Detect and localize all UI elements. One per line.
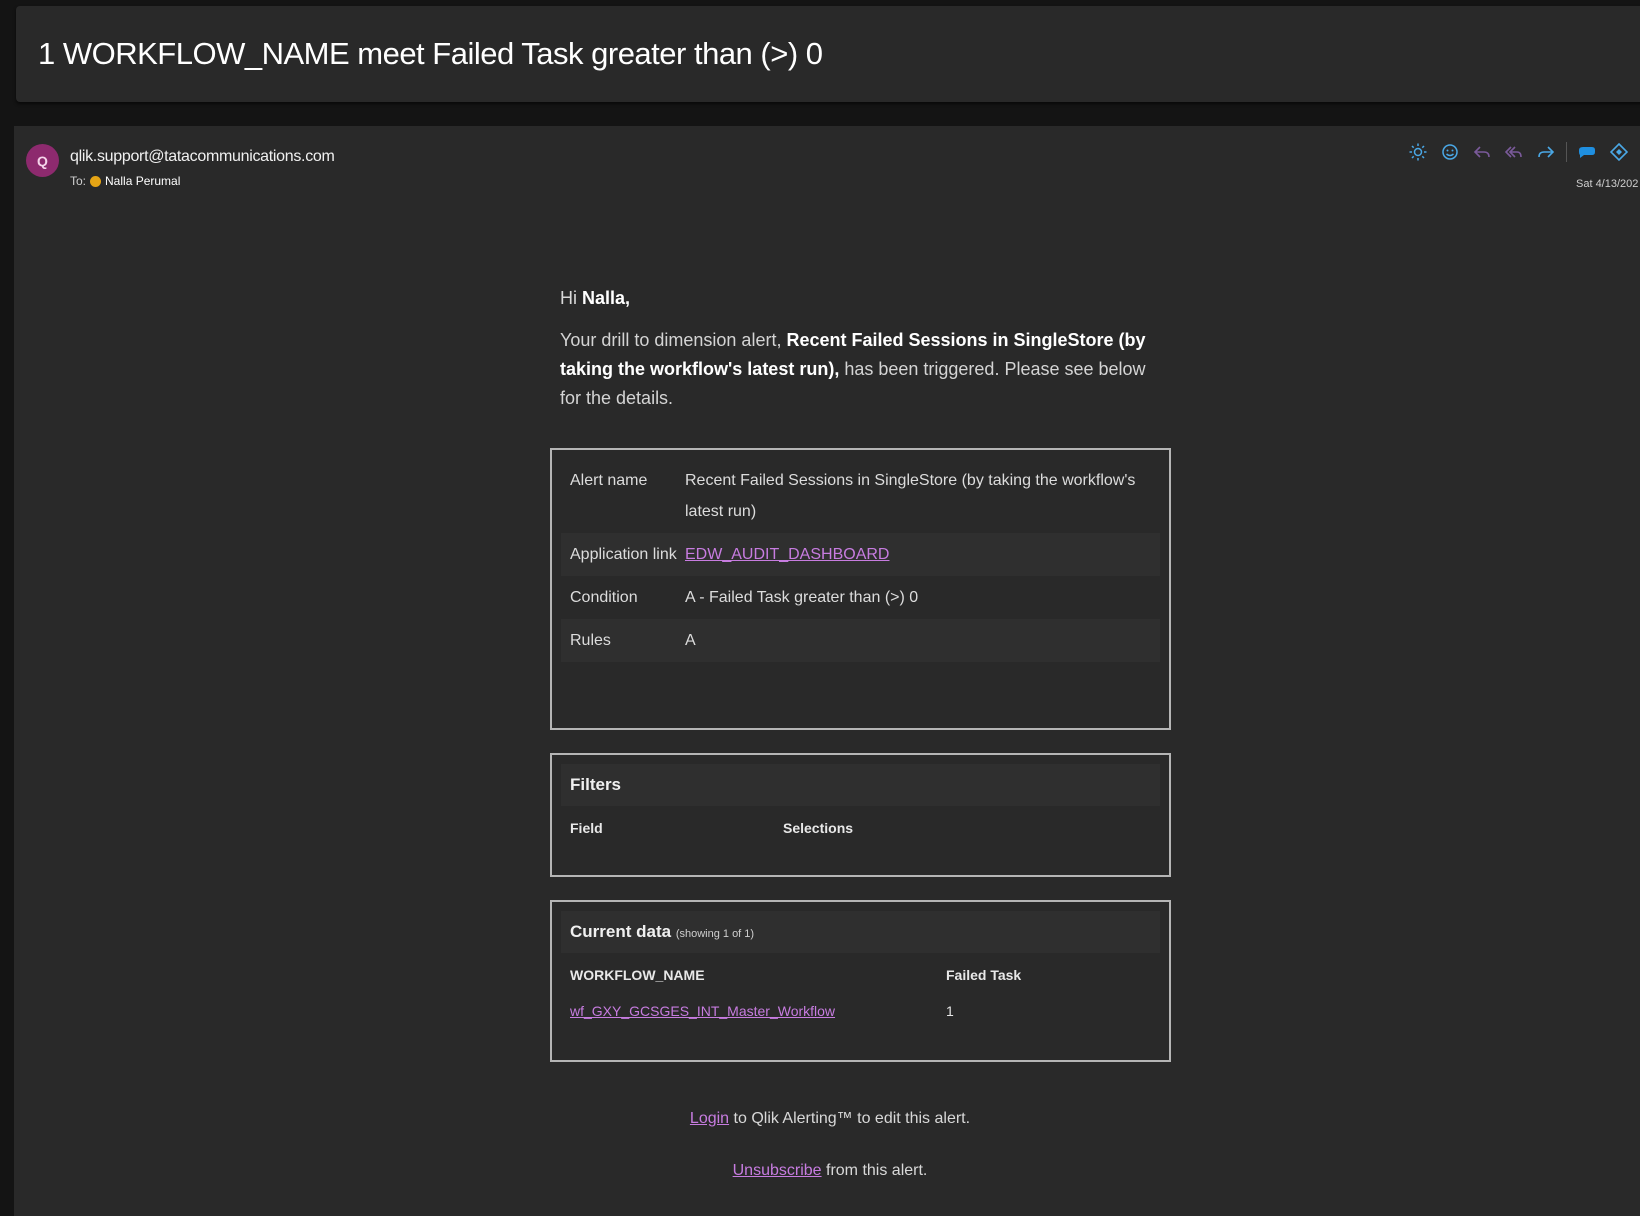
current-data-title: Current data (570, 922, 672, 941)
filters-field-header: Field (570, 820, 603, 836)
unsubscribe-text: from this alert. (821, 1162, 928, 1179)
failed-task-header: Failed Task (946, 967, 1022, 983)
alert-name-label: Alert name (570, 472, 648, 489)
greeting-name: Nalla, (582, 288, 631, 308)
recipient-name[interactable]: Nalla Perumal (105, 174, 180, 188)
filters-selections-header: Selections (783, 820, 854, 836)
rules-label: Rules (570, 632, 611, 649)
sun-icon[interactable] (1406, 140, 1430, 164)
forward-icon[interactable] (1534, 140, 1558, 164)
current-data-header: Current data (showing 1 of 1) (561, 911, 1160, 953)
sender-avatar[interactable]: Q (26, 144, 59, 177)
alert-name-row: Alert name Recent Failed Sessions in Sin… (561, 459, 1160, 533)
rules-value: A (685, 632, 696, 649)
sender-address[interactable]: qlik.support@tatacommunications.com (70, 148, 335, 166)
greeting-prefix: Hi (560, 288, 582, 308)
login-text: to Qlik Alerting™ to edit this alert. (729, 1110, 971, 1127)
table-row: wf_GXY_GCSGES_INT_Master_Workflow 1 (561, 989, 1160, 1025)
greeting: Hi Nalla, (560, 288, 630, 309)
emoji-icon[interactable] (1438, 140, 1462, 164)
to-label: To: (70, 174, 87, 188)
presence-status-icon (90, 175, 102, 187)
unsubscribe-link[interactable]: Unsubscribe (733, 1162, 822, 1179)
alert-details-table: Alert name Recent Failed Sessions in Sin… (550, 448, 1171, 730)
workflow-name-header: WORKFLOW_NAME (570, 967, 705, 983)
workflow-name-link[interactable]: wf_GXY_GCSGES_INT_Master_Workflow (570, 1003, 835, 1019)
condition-label: Condition (570, 589, 638, 606)
condition-value: A - Failed Task greater than (>) 0 (685, 589, 919, 606)
filters-header-row: Field Selections (561, 806, 1160, 842)
email-subject: 1 WORKFLOW_NAME meet Failed Task greater… (38, 36, 823, 71)
login-link[interactable]: Login (690, 1110, 729, 1127)
intro-prefix: Your drill to dimension alert, (560, 330, 787, 350)
filters-table: Filters Field Selections (550, 753, 1171, 877)
rules-row: Rules A (561, 619, 1160, 662)
reply-icon[interactable] (1470, 140, 1494, 164)
subject-bar: 1 WORKFLOW_NAME meet Failed Task greater… (16, 6, 1640, 102)
application-link-label: Application link (570, 546, 677, 563)
recipient-line: To: Nalla Perumal (70, 174, 180, 188)
unsubscribe-footer: Unsubscribe from this alert. (10, 1162, 1640, 1180)
teams-icon[interactable] (1575, 140, 1599, 164)
current-data-table: Current data (showing 1 of 1) WORKFLOW_N… (550, 900, 1171, 1062)
application-link[interactable]: EDW_AUDIT_DASHBOARD (685, 546, 889, 563)
reading-pane: Q qlik.support@tatacommunications.com To… (14, 126, 1640, 1216)
current-data-header-row: WORKFLOW_NAME Failed Task (561, 953, 1160, 989)
showing-count: (showing 1 of 1) (675, 928, 755, 940)
toolbar-separator (1566, 142, 1567, 162)
received-date: Sat 4/13/202 (1576, 178, 1639, 190)
intro-paragraph: Your drill to dimension alert, Recent Fa… (560, 326, 1160, 413)
login-footer: Login to Qlik Alerting™ to edit this ale… (10, 1110, 1640, 1128)
failed-task-value: 1 (946, 1003, 954, 1019)
loop-icon[interactable] (1607, 140, 1631, 164)
filters-title: Filters (561, 764, 1160, 806)
message-toolbar (1406, 140, 1640, 164)
reply-all-icon[interactable] (1502, 140, 1526, 164)
alert-name-value: Recent Failed Sessions in SingleStore (b… (685, 472, 1136, 520)
condition-row: Condition A - Failed Task greater than (… (561, 576, 1160, 619)
application-link-row: Application link EDW_AUDIT_DASHBOARD (561, 533, 1160, 576)
